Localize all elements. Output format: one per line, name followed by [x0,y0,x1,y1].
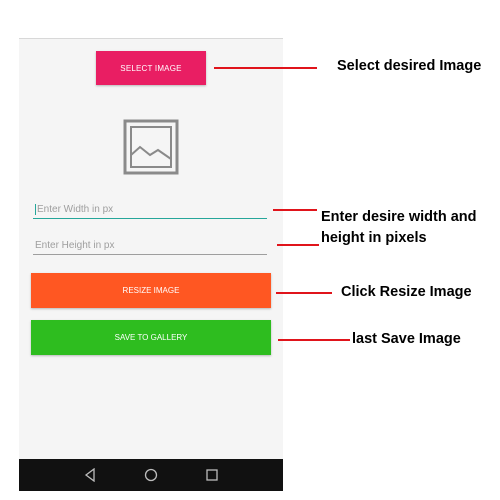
phone-screen: SELECT IMAGE Enter Width in px Enter Hei… [19,38,283,491]
width-input-placeholder: Enter Width in px [37,204,114,215]
home-icon[interactable] [144,468,158,482]
annotation-dims-line1: Enter desire width and [321,209,477,225]
annotation-line-save [278,339,350,341]
select-image-button[interactable]: SELECT IMAGE [96,51,206,85]
annotation-line-resize [276,292,332,294]
annotation-dims-line2: height in pixels [321,230,427,246]
annotation-line-width [273,209,317,211]
annotation-line-height [277,244,319,246]
height-input[interactable]: Enter Height in px [33,237,267,255]
annotation-select: Select desired Image [337,58,482,74]
navigation-bar [19,459,283,491]
save-to-gallery-button[interactable]: SAVE TO GALLERY [31,320,271,355]
width-input[interactable]: Enter Width in px [33,201,267,219]
height-input-placeholder: Enter Height in px [35,240,115,251]
text-cursor [35,204,36,215]
recents-icon[interactable] [205,468,219,482]
annotation-line-select [214,67,317,69]
annotation-resize: Click Resize Image [341,284,472,300]
resize-image-button[interactable]: RESIZE IMAGE [31,273,271,308]
back-icon[interactable] [83,468,97,482]
annotation-save: last Save Image [352,331,461,347]
image-placeholder-icon [123,119,179,175]
